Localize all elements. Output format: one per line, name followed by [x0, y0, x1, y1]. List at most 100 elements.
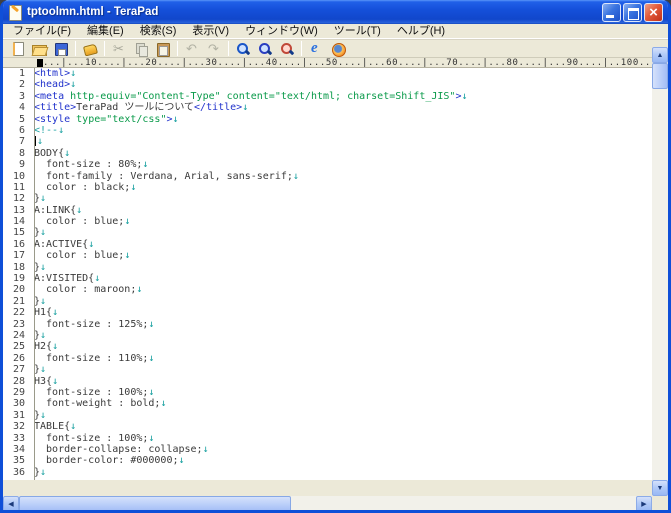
line-number: 9 [18, 159, 25, 171]
code-line: 36}↓ [3, 467, 652, 478]
horizontal-scrollbar[interactable] [3, 496, 668, 510]
code-segment: border-color: #000000; [34, 455, 179, 467]
close-button[interactable] [644, 2, 663, 22]
open-in-firefox-icon [330, 41, 346, 57]
scroll-down-button[interactable] [652, 480, 668, 496]
code-line: 17 color : blue;↓ [3, 250, 652, 261]
scrollbar-corner [652, 496, 668, 510]
copy-button[interactable] [130, 40, 152, 58]
newline-mark-icon: ↓ [52, 307, 59, 319]
code-segment: BODY{ [34, 147, 65, 159]
newline-mark-icon: ↓ [148, 318, 155, 330]
code-line: 7 ↓ [3, 136, 652, 147]
newline-mark-icon: ↓ [292, 170, 299, 182]
save-file-button[interactable] [50, 40, 72, 58]
code-line: 12}↓ [3, 193, 652, 204]
line-number: 5 [18, 113, 25, 125]
code-line: 11 color : black;↓ [3, 182, 652, 193]
search-button[interactable] [232, 40, 254, 58]
menu-bar: ファイル(F) 編集(E) 検索(S) 表示(V) ウィンドウ(W) ツール(T) ヘルプ(… [3, 24, 668, 39]
open-in-firefox-button[interactable] [327, 40, 349, 58]
newline-mark-icon: ↓ [202, 443, 209, 455]
toolbar-separator [301, 41, 302, 56]
code-line: 20 color : maroon;↓ [3, 284, 652, 295]
terapad-app-icon [8, 4, 23, 21]
new-file-icon [9, 41, 25, 57]
code-line: 24}↓ [3, 330, 652, 341]
line-number: 31 [12, 409, 25, 421]
code-line: 31}↓ [3, 410, 652, 421]
code-segment: font-size : 80%; [34, 159, 143, 171]
line-number: 20 [12, 284, 25, 296]
window-title: tptoolmn.html - TeraPad [27, 6, 159, 18]
save-file-icon [53, 41, 69, 57]
line-number: 18 [12, 261, 25, 273]
edit-mode-button[interactable] [79, 40, 101, 58]
horizontal-scroll-thumb[interactable] [19, 496, 291, 510]
newline-mark-icon: ↓ [172, 113, 179, 125]
text-editor[interactable]: 1 <html> ↓ 2 <head> ↓ 3 <meta http-equiv="Conte… [3, 68, 652, 480]
code-line: 13 A:LINK{↓ [3, 205, 652, 216]
toolbar-separator [104, 41, 105, 56]
horizontal-scroll-track[interactable] [19, 496, 636, 510]
code-line: 27}↓ [3, 364, 652, 375]
vertical-scroll-thumb[interactable] [652, 63, 668, 89]
gutter-separator [34, 68, 35, 480]
newline-mark-icon: ↓ [52, 341, 59, 353]
newline-mark-icon: ↓ [52, 375, 59, 387]
scroll-left-button[interactable] [3, 496, 19, 510]
line-number: 22 [12, 307, 25, 319]
newline-mark-icon: ↓ [70, 79, 77, 91]
line-number: 12 [12, 193, 25, 205]
code-segment: <meta [34, 90, 71, 102]
code-segment: font-weight : bold; [34, 398, 161, 410]
search-prev-button[interactable] [276, 40, 298, 58]
code-segment: color : black; [34, 181, 131, 193]
search-next-button[interactable] [254, 40, 276, 58]
code-line: 21}↓ [3, 296, 652, 307]
line-number: 27 [12, 364, 25, 376]
new-file-button[interactable] [6, 40, 28, 58]
open-file-button[interactable] [28, 40, 50, 58]
newline-mark-icon: ↓ [40, 364, 47, 376]
code-line: 6 <!--↓ [3, 125, 652, 136]
code-segment: font-size : 100%; [34, 386, 149, 398]
menu-search[interactable]: 検索(S) [132, 24, 185, 38]
code-line: 26 font-size : 110%;↓ [3, 353, 652, 364]
newline-mark-icon: ↓ [178, 455, 185, 467]
code-line: 4 <title>TeraPad ツールについて</title>↓ [3, 102, 652, 113]
minimize-button[interactable] [602, 2, 621, 22]
vertical-scrollbar[interactable] [652, 47, 668, 496]
redo-icon [206, 41, 222, 57]
paste-button[interactable] [152, 40, 174, 58]
code-segment: font-size : 100%; [34, 432, 149, 444]
menu-edit[interactable]: 編集(E) [79, 24, 132, 38]
code-segment: http-equiv="Content-Type" content="text/… [70, 90, 456, 102]
menu-help[interactable]: ヘルプ(H) [389, 24, 453, 38]
line-number: 35 [12, 455, 25, 467]
scroll-right-button[interactable] [636, 496, 652, 510]
newline-mark-icon: ↓ [242, 102, 249, 114]
copy-icon [133, 41, 149, 57]
code-line: 25 H2{↓ [3, 341, 652, 352]
line-number: 6 [18, 124, 25, 136]
newline-mark-icon: ↓ [58, 124, 65, 136]
scroll-up-button[interactable] [652, 47, 668, 63]
maximize-button[interactable] [623, 2, 642, 22]
menu-view[interactable]: 表示(V) [184, 24, 237, 38]
menu-tool[interactable]: ツール(T) [326, 24, 389, 38]
code-line: 15}↓ [3, 227, 652, 238]
code-line: 32 TABLE{↓ [3, 421, 652, 432]
redo-button[interactable] [203, 40, 225, 58]
open-in-ie-button[interactable] [305, 40, 327, 58]
code-line: 9 font-size : 80%;↓ [3, 159, 652, 170]
menu-file[interactable]: ファイル(F) [5, 24, 79, 38]
newline-mark-icon: ↓ [40, 409, 47, 421]
code-segment: A:LINK{ [34, 204, 77, 216]
vertical-scroll-track[interactable] [652, 63, 668, 480]
undo-button[interactable] [181, 40, 203, 58]
cut-button[interactable] [108, 40, 130, 58]
title-bar[interactable]: tptoolmn.html - TeraPad [3, 0, 668, 24]
menu-window[interactable]: ウィンドウ(W) [237, 24, 326, 38]
newline-mark-icon: ↓ [40, 329, 47, 341]
